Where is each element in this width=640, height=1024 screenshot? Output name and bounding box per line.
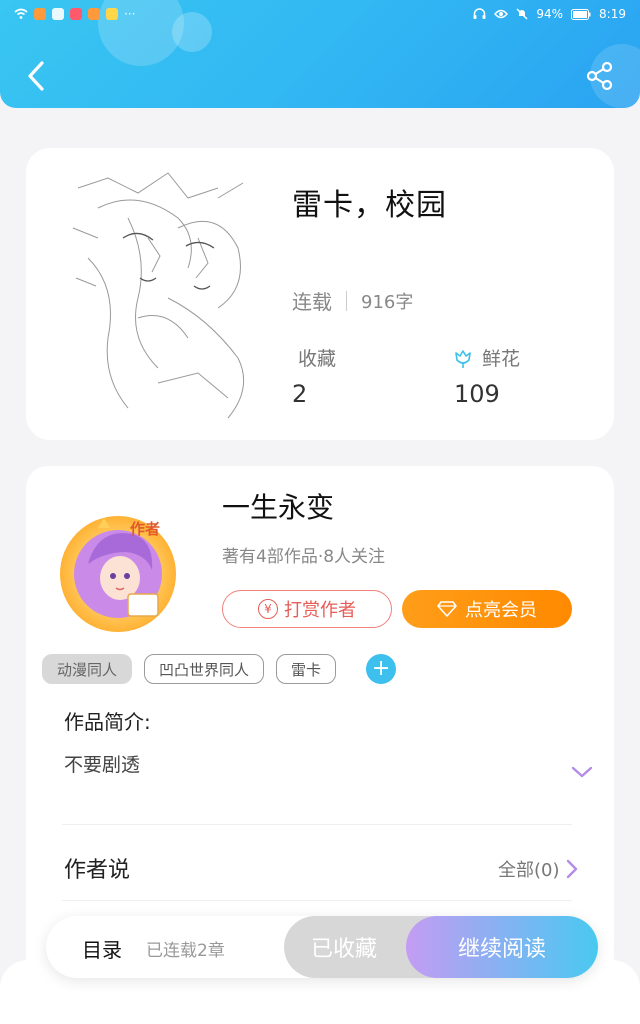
tag-item[interactable]: 雷卡: [276, 654, 337, 684]
flower-label-text: 鲜花: [482, 348, 521, 370]
battery-percent: 94%: [536, 7, 564, 21]
vip-label: 点亮会员: [465, 600, 537, 621]
flower-icon: [455, 349, 471, 368]
divider: [346, 290, 347, 311]
wifi-icon: [14, 8, 28, 19]
continue-reading-label: 继续阅读: [457, 937, 546, 962]
tag-item[interactable]: 动漫同人: [42, 654, 133, 684]
headphones-icon: [473, 8, 486, 19]
status-icons-right: 94% 8:19: [473, 7, 626, 21]
back-button[interactable]: [18, 56, 54, 96]
word-count: 916字: [361, 291, 414, 313]
tip-author-label: 打赏作者: [284, 600, 356, 621]
tip-author-button[interactable]: ¥ 打赏作者: [222, 590, 392, 628]
collected-label: 已收藏: [310, 937, 377, 962]
collect-count: 2: [292, 380, 308, 408]
author-say-all-label: 全部(0): [498, 860, 560, 881]
status-bar: ··· 94% 8:19: [0, 0, 640, 28]
weibo-icon: [88, 8, 100, 20]
share-icon: [586, 61, 613, 91]
avatar-illustration: [60, 516, 176, 632]
collect-label-text: 收藏: [298, 348, 337, 370]
book-meta: 连载 916字: [292, 286, 413, 315]
tag-list: 动漫同人 凹凸世界同人 雷卡 +: [42, 654, 397, 684]
book-info-card: 雷卡，校园 连载 916字 收藏 2 鲜花 109: [26, 148, 614, 440]
book-cover-image[interactable]: [68, 168, 264, 424]
status-icons-left: ···: [14, 7, 135, 21]
author-avatar[interactable]: 作者: [54, 508, 186, 638]
collect-label: 收藏: [298, 344, 336, 371]
toc-button[interactable]: 目录: [82, 934, 122, 963]
author-info-card: 作者 一生永变 著有4部作品·8人关注 ¥ 打赏作者 点亮会员 动漫同人 凹凸世…: [26, 466, 614, 986]
author-badge: 作者: [130, 520, 161, 538]
intro-title: 作品简介:: [64, 710, 151, 734]
mute-bell-icon: [516, 8, 528, 20]
flower-count: 109: [454, 380, 500, 408]
app-notification-icon: [106, 8, 118, 20]
diamond-icon: [437, 601, 457, 617]
chevron-right-icon: [566, 859, 577, 879]
sketch-illustration: [72, 172, 245, 419]
author-meta: 著有4部作品·8人关注: [222, 547, 386, 567]
serial-status: 连载: [292, 290, 332, 314]
continue-reading-button[interactable]: 继续阅读: [406, 916, 598, 978]
qq-icon: [52, 8, 64, 20]
expand-intro-button[interactable]: [570, 764, 594, 780]
share-button[interactable]: [580, 56, 620, 96]
intro-text: 不要剧透: [64, 754, 141, 776]
yen-icon: ¥: [258, 599, 278, 619]
tag-item[interactable]: 凹凸世界同人: [144, 654, 265, 684]
add-tag-button[interactable]: +: [366, 654, 397, 684]
author-say-all-link[interactable]: 全部(0): [498, 856, 578, 882]
flower-stat[interactable]: 鲜花: [452, 344, 520, 371]
weibo-icon: [34, 8, 46, 20]
vip-button[interactable]: 点亮会员: [402, 590, 572, 628]
divider: [62, 824, 572, 825]
chevron-left-icon: [28, 61, 44, 91]
more-notifications-icon: ···: [124, 7, 136, 21]
battery-icon: [571, 8, 591, 20]
chevron-down-icon: [571, 766, 593, 778]
book-title: 雷卡，校园: [292, 188, 447, 223]
serial-chapters: 已连载2章: [146, 941, 225, 961]
clock: 8:19: [599, 7, 626, 21]
top-header: ··· 94% 8:19: [0, 0, 640, 108]
eye-icon: [494, 9, 509, 19]
author-name[interactable]: 一生永变: [222, 486, 334, 526]
bottom-action-bar: 目录 已连载2章 已收藏 继续阅读: [46, 916, 598, 978]
divider: [62, 900, 572, 901]
author-say-title: 作者说: [64, 858, 131, 883]
app-notification-icon: [70, 8, 82, 20]
